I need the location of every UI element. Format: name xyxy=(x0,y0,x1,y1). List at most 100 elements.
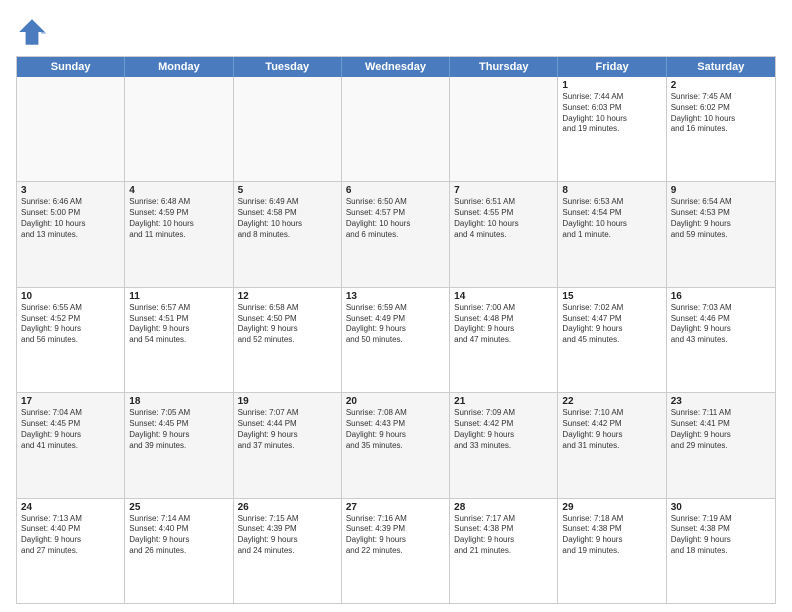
cell-text: Sunrise: 7:13 AM Sunset: 4:40 PM Dayligh… xyxy=(21,514,120,557)
weekday-header-wednesday: Wednesday xyxy=(342,57,450,77)
cell-text: Sunrise: 6:58 AM Sunset: 4:50 PM Dayligh… xyxy=(238,303,337,346)
cell-text: Sunrise: 6:55 AM Sunset: 4:52 PM Dayligh… xyxy=(21,303,120,346)
cell-text: Sunrise: 7:09 AM Sunset: 4:42 PM Dayligh… xyxy=(454,408,553,451)
cell-text: Sunrise: 7:05 AM Sunset: 4:45 PM Dayligh… xyxy=(129,408,228,451)
calendar-cell: 12Sunrise: 6:58 AM Sunset: 4:50 PM Dayli… xyxy=(234,288,342,392)
cell-text: Sunrise: 7:18 AM Sunset: 4:38 PM Dayligh… xyxy=(562,514,661,557)
cell-text: Sunrise: 7:16 AM Sunset: 4:39 PM Dayligh… xyxy=(346,514,445,557)
day-number: 28 xyxy=(454,502,553,513)
day-number: 21 xyxy=(454,396,553,407)
day-number: 26 xyxy=(238,502,337,513)
calendar-row-4: 24Sunrise: 7:13 AM Sunset: 4:40 PM Dayli… xyxy=(17,498,775,603)
cell-text: Sunrise: 7:17 AM Sunset: 4:38 PM Dayligh… xyxy=(454,514,553,557)
header xyxy=(16,16,776,48)
calendar-cell: 18Sunrise: 7:05 AM Sunset: 4:45 PM Dayli… xyxy=(125,393,233,497)
day-number: 29 xyxy=(562,502,661,513)
day-number: 12 xyxy=(238,291,337,302)
day-number: 8 xyxy=(562,185,661,196)
cell-text: Sunrise: 7:10 AM Sunset: 4:42 PM Dayligh… xyxy=(562,408,661,451)
day-number: 16 xyxy=(671,291,771,302)
cell-text: Sunrise: 6:59 AM Sunset: 4:49 PM Dayligh… xyxy=(346,303,445,346)
day-number: 3 xyxy=(21,185,120,196)
calendar-cell: 23Sunrise: 7:11 AM Sunset: 4:41 PM Dayli… xyxy=(667,393,775,497)
day-number: 4 xyxy=(129,185,228,196)
day-number: 18 xyxy=(129,396,228,407)
day-number: 22 xyxy=(562,396,661,407)
cell-text: Sunrise: 7:44 AM Sunset: 6:03 PM Dayligh… xyxy=(562,92,661,135)
day-number: 19 xyxy=(238,396,337,407)
day-number: 30 xyxy=(671,502,771,513)
calendar-cell: 20Sunrise: 7:08 AM Sunset: 4:43 PM Dayli… xyxy=(342,393,450,497)
day-number: 17 xyxy=(21,396,120,407)
cell-text: Sunrise: 7:15 AM Sunset: 4:39 PM Dayligh… xyxy=(238,514,337,557)
calendar-cell: 5Sunrise: 6:49 AM Sunset: 4:58 PM Daylig… xyxy=(234,182,342,286)
calendar-cell xyxy=(234,77,342,181)
day-number: 20 xyxy=(346,396,445,407)
calendar-row-2: 10Sunrise: 6:55 AM Sunset: 4:52 PM Dayli… xyxy=(17,287,775,392)
day-number: 10 xyxy=(21,291,120,302)
calendar-cell: 8Sunrise: 6:53 AM Sunset: 4:54 PM Daylig… xyxy=(558,182,666,286)
cell-text: Sunrise: 7:03 AM Sunset: 4:46 PM Dayligh… xyxy=(671,303,771,346)
cell-text: Sunrise: 7:00 AM Sunset: 4:48 PM Dayligh… xyxy=(454,303,553,346)
weekday-header-saturday: Saturday xyxy=(667,57,775,77)
calendar-cell: 16Sunrise: 7:03 AM Sunset: 4:46 PM Dayli… xyxy=(667,288,775,392)
calendar-cell: 1Sunrise: 7:44 AM Sunset: 6:03 PM Daylig… xyxy=(558,77,666,181)
cell-text: Sunrise: 7:02 AM Sunset: 4:47 PM Dayligh… xyxy=(562,303,661,346)
cell-text: Sunrise: 7:08 AM Sunset: 4:43 PM Dayligh… xyxy=(346,408,445,451)
calendar-cell: 14Sunrise: 7:00 AM Sunset: 4:48 PM Dayli… xyxy=(450,288,558,392)
cell-text: Sunrise: 7:04 AM Sunset: 4:45 PM Dayligh… xyxy=(21,408,120,451)
day-number: 9 xyxy=(671,185,771,196)
calendar-cell xyxy=(17,77,125,181)
weekday-header-sunday: Sunday xyxy=(17,57,125,77)
calendar-cell: 6Sunrise: 6:50 AM Sunset: 4:57 PM Daylig… xyxy=(342,182,450,286)
day-number: 5 xyxy=(238,185,337,196)
calendar-body: 1Sunrise: 7:44 AM Sunset: 6:03 PM Daylig… xyxy=(17,77,775,603)
cell-text: Sunrise: 7:14 AM Sunset: 4:40 PM Dayligh… xyxy=(129,514,228,557)
calendar-cell: 10Sunrise: 6:55 AM Sunset: 4:52 PM Dayli… xyxy=(17,288,125,392)
calendar-row-3: 17Sunrise: 7:04 AM Sunset: 4:45 PM Dayli… xyxy=(17,392,775,497)
day-number: 6 xyxy=(346,185,445,196)
cell-text: Sunrise: 6:50 AM Sunset: 4:57 PM Dayligh… xyxy=(346,197,445,240)
day-number: 7 xyxy=(454,185,553,196)
calendar-cell: 2Sunrise: 7:45 AM Sunset: 6:02 PM Daylig… xyxy=(667,77,775,181)
calendar-cell: 30Sunrise: 7:19 AM Sunset: 4:38 PM Dayli… xyxy=(667,499,775,603)
cell-text: Sunrise: 6:48 AM Sunset: 4:59 PM Dayligh… xyxy=(129,197,228,240)
calendar-cell: 4Sunrise: 6:48 AM Sunset: 4:59 PM Daylig… xyxy=(125,182,233,286)
day-number: 24 xyxy=(21,502,120,513)
calendar-row-0: 1Sunrise: 7:44 AM Sunset: 6:03 PM Daylig… xyxy=(17,77,775,181)
cell-text: Sunrise: 6:46 AM Sunset: 5:00 PM Dayligh… xyxy=(21,197,120,240)
calendar-cell: 3Sunrise: 6:46 AM Sunset: 5:00 PM Daylig… xyxy=(17,182,125,286)
calendar-cell xyxy=(125,77,233,181)
cell-text: Sunrise: 6:51 AM Sunset: 4:55 PM Dayligh… xyxy=(454,197,553,240)
day-number: 25 xyxy=(129,502,228,513)
day-number: 27 xyxy=(346,502,445,513)
weekday-header-thursday: Thursday xyxy=(450,57,558,77)
cell-text: Sunrise: 6:54 AM Sunset: 4:53 PM Dayligh… xyxy=(671,197,771,240)
calendar-cell: 26Sunrise: 7:15 AM Sunset: 4:39 PM Dayli… xyxy=(234,499,342,603)
cell-text: Sunrise: 6:53 AM Sunset: 4:54 PM Dayligh… xyxy=(562,197,661,240)
calendar-cell: 11Sunrise: 6:57 AM Sunset: 4:51 PM Dayli… xyxy=(125,288,233,392)
calendar-cell: 19Sunrise: 7:07 AM Sunset: 4:44 PM Dayli… xyxy=(234,393,342,497)
calendar-cell xyxy=(342,77,450,181)
calendar-header: SundayMondayTuesdayWednesdayThursdayFrid… xyxy=(17,57,775,77)
calendar-cell: 22Sunrise: 7:10 AM Sunset: 4:42 PM Dayli… xyxy=(558,393,666,497)
cell-text: Sunrise: 7:11 AM Sunset: 4:41 PM Dayligh… xyxy=(671,408,771,451)
calendar-cell: 24Sunrise: 7:13 AM Sunset: 4:40 PM Dayli… xyxy=(17,499,125,603)
cell-text: Sunrise: 7:19 AM Sunset: 4:38 PM Dayligh… xyxy=(671,514,771,557)
day-number: 1 xyxy=(562,80,661,91)
calendar-cell xyxy=(450,77,558,181)
calendar-cell: 7Sunrise: 6:51 AM Sunset: 4:55 PM Daylig… xyxy=(450,182,558,286)
calendar-cell: 13Sunrise: 6:59 AM Sunset: 4:49 PM Dayli… xyxy=(342,288,450,392)
calendar-cell: 25Sunrise: 7:14 AM Sunset: 4:40 PM Dayli… xyxy=(125,499,233,603)
day-number: 13 xyxy=(346,291,445,302)
cell-text: Sunrise: 7:07 AM Sunset: 4:44 PM Dayligh… xyxy=(238,408,337,451)
day-number: 15 xyxy=(562,291,661,302)
logo-icon xyxy=(16,16,48,48)
weekday-header-monday: Monday xyxy=(125,57,233,77)
day-number: 11 xyxy=(129,291,228,302)
calendar-cell: 17Sunrise: 7:04 AM Sunset: 4:45 PM Dayli… xyxy=(17,393,125,497)
calendar-cell: 27Sunrise: 7:16 AM Sunset: 4:39 PM Dayli… xyxy=(342,499,450,603)
calendar-cell: 9Sunrise: 6:54 AM Sunset: 4:53 PM Daylig… xyxy=(667,182,775,286)
day-number: 2 xyxy=(671,80,771,91)
weekday-header-tuesday: Tuesday xyxy=(234,57,342,77)
